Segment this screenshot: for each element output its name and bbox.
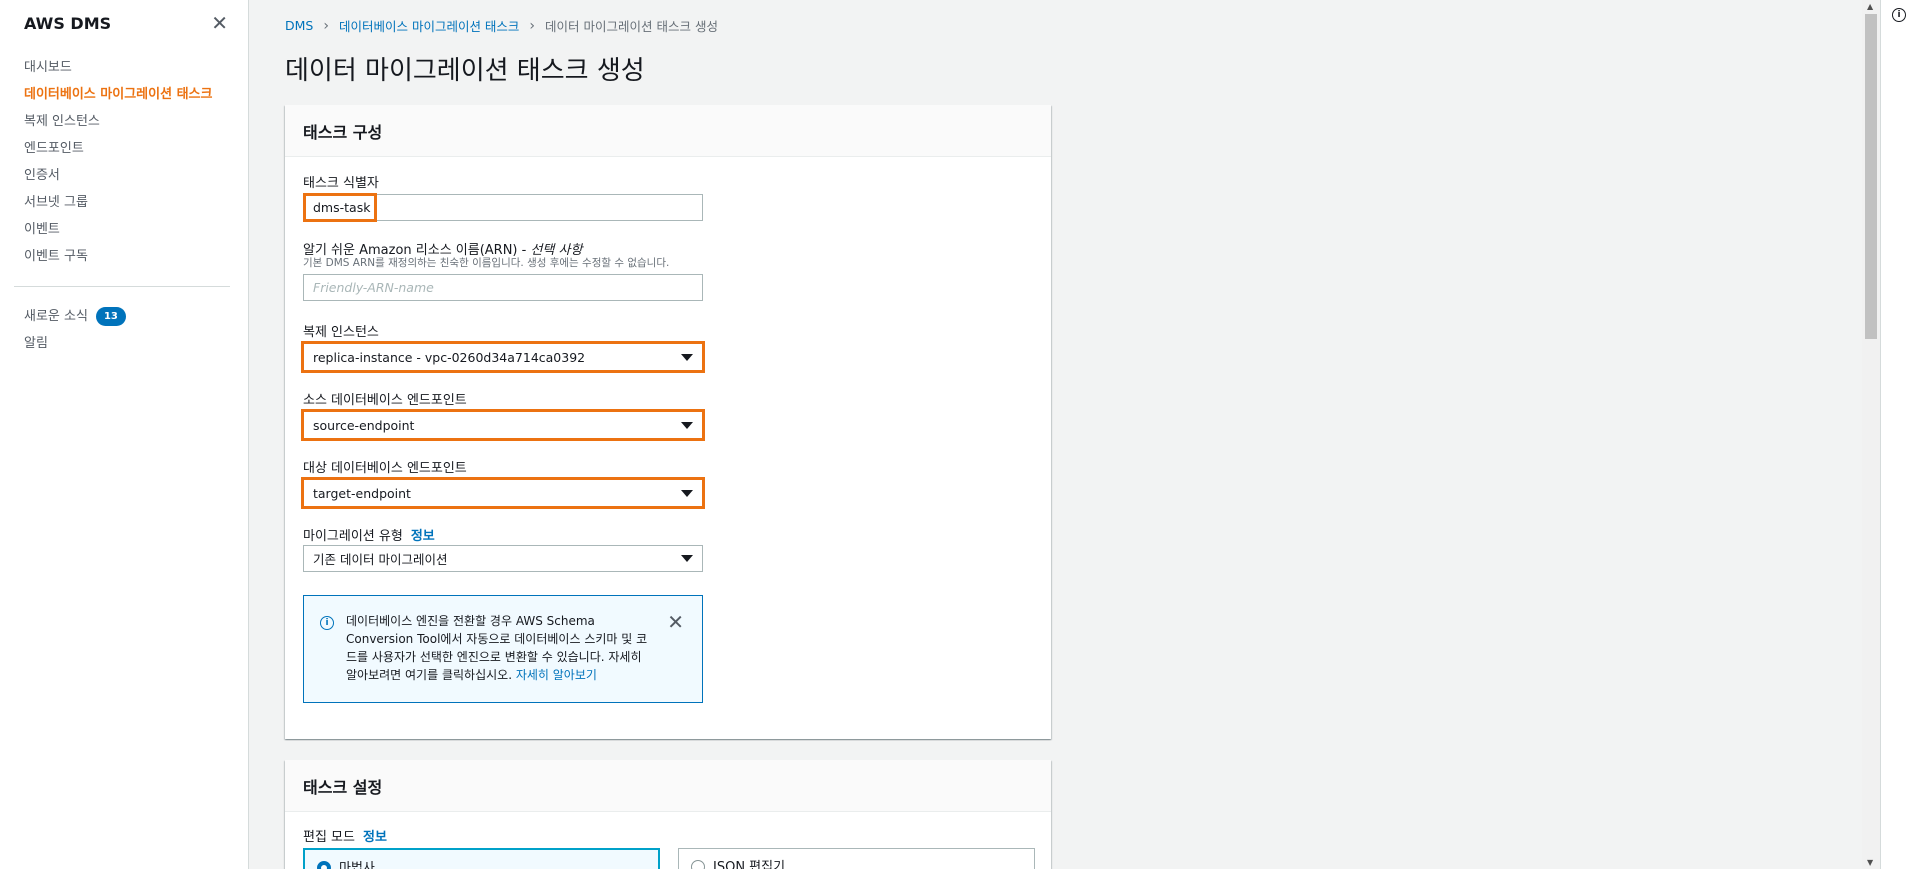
edit-mode-label: 편집 모드 정보 [303, 826, 387, 845]
sidebar-divider [14, 286, 230, 287]
target-endpoint-value: target-endpoint [313, 485, 411, 501]
sct-info-alert: i 데이터베이스 엔진을 전환할 경우 AWS Schema Conversio… [303, 595, 703, 703]
edit-mode-label-text: 편집 모드 [303, 830, 355, 845]
sidebar-title: AWS DMS [24, 13, 112, 33]
target-endpoint-label: 대상 데이터베이스 엔드포인트 [303, 461, 467, 476]
sidebar: AWS DMS ✕ 대시보드 데이터베이스 마이그레이션 태스크 복제 인스턴스… [0, 0, 249, 869]
sidebar-item-whats-new[interactable]: 새로운 소식 13 [0, 303, 248, 330]
task-id-label: 태스크 식별자 [303, 176, 379, 191]
scroll-thumb[interactable] [1865, 14, 1877, 339]
caret-down-icon [681, 555, 693, 562]
arn-description: 기본 DMS ARN를 재정의하는 친숙한 이름입니다. 생성 후에는 수정할 … [303, 257, 670, 269]
sidebar-nav: 대시보드 데이터베이스 마이그레이션 태스크 복제 인스턴스 엔드포인트 인증서… [0, 46, 248, 270]
help-rail: i [1880, 0, 1914, 869]
source-endpoint-label: 소스 데이터베이스 엔드포인트 [303, 393, 467, 408]
breadcrumb-dms[interactable]: DMS [285, 18, 313, 33]
edit-mode-json-option[interactable]: JSON 편집기 [678, 848, 1035, 869]
chevron-right-icon: › [529, 17, 536, 34]
edit-mode-info-link[interactable]: 정보 [363, 830, 387, 845]
replication-instance-select[interactable]: replica-instance - vpc-0260d34a714ca0392 [301, 341, 705, 373]
task-config-panel: 태스크 구성 태스크 식별자 dms-task 알기 쉬운 Amazon 리소스… [285, 105, 1051, 739]
edit-mode-wizard-option[interactable]: 마법사 [303, 848, 660, 869]
close-icon[interactable]: ✕ [211, 11, 228, 35]
sidebar-item-events[interactable]: 이벤트 [0, 216, 248, 243]
info-icon[interactable]: i [1892, 8, 1906, 22]
info-icon: i [320, 616, 334, 630]
sidebar-item-migration-tasks[interactable]: 데이터베이스 마이그레이션 태스크 [0, 81, 248, 108]
scrollbar[interactable]: ▲ ▼ [1862, 0, 1880, 869]
source-endpoint-value: source-endpoint [313, 417, 415, 433]
page-title: 데이터 마이그레이션 태스크 생성 [285, 56, 645, 86]
news-count-badge: 13 [95, 307, 126, 326]
breadcrumb: DMS › 데이터베이스 마이그레이션 태스크 › 데이터 마이그레이션 태스크… [285, 16, 718, 35]
sidebar-item-certificates[interactable]: 인증서 [0, 162, 248, 189]
sidebar-item-dashboard[interactable]: 대시보드 [0, 54, 248, 81]
task-config-heading: 태스크 구성 [285, 105, 1051, 157]
radio-selected-icon[interactable] [317, 861, 331, 869]
target-endpoint-select[interactable]: target-endpoint [301, 477, 705, 509]
sidebar-header: AWS DMS ✕ [0, 0, 248, 46]
learn-more-link[interactable]: 자세히 알아보기 [516, 668, 597, 682]
breadcrumb-migration-tasks[interactable]: 데이터베이스 마이그레이션 태스크 [339, 16, 519, 35]
chevron-right-icon: › [323, 17, 329, 34]
task-settings-heading: 태스크 설정 [285, 760, 1051, 812]
close-icon[interactable]: ✕ [667, 610, 684, 634]
scroll-up-icon[interactable]: ▲ [1867, 2, 1873, 11]
task-id-highlight [303, 193, 377, 222]
sidebar-item-replication-instances[interactable]: 복제 인스턴스 [0, 108, 248, 135]
arn-placeholder: Friendly-ARN-name [313, 280, 434, 295]
scroll-down-icon[interactable]: ▼ [1867, 858, 1873, 867]
replication-instance-value: replica-instance - vpc-0260d34a714ca0392 [313, 349, 586, 365]
arn-input[interactable]: Friendly-ARN-name [303, 274, 703, 301]
alert-message: 데이터베이스 엔진을 전환할 경우 AWS Schema Conversion … [346, 614, 648, 682]
alert-text: 데이터베이스 엔진을 전환할 경우 AWS Schema Conversion … [346, 612, 656, 684]
sidebar-item-event-subscriptions[interactable]: 이벤트 구독 [0, 243, 248, 270]
migration-type-label: 마이그레이션 유형 정보 [303, 525, 435, 544]
migration-type-value: 기존 데이터 마이그레이션 [313, 552, 448, 567]
caret-down-icon [681, 421, 693, 429]
sidebar-item-notifications[interactable]: 알림 [0, 330, 248, 357]
radio-unselected-icon[interactable] [691, 860, 705, 869]
migration-type-select[interactable]: 기존 데이터 마이그레이션 [303, 545, 703, 572]
caret-down-icon [681, 353, 693, 361]
breadcrumb-current: 데이터 마이그레이션 태스크 생성 [545, 19, 718, 34]
sidebar-item-endpoints[interactable]: 엔드포인트 [0, 135, 248, 162]
whats-new-label: 새로운 소식 [24, 309, 88, 324]
wizard-label: 마법사 [339, 861, 375, 869]
sidebar-nav-secondary: 새로운 소식 13 알림 [0, 303, 248, 357]
migration-type-info-link[interactable]: 정보 [411, 529, 435, 544]
migration-type-label-text: 마이그레이션 유형 [303, 529, 403, 544]
sidebar-item-subnet-groups[interactable]: 서브넷 그룹 [0, 189, 248, 216]
replication-instance-label: 복제 인스턴스 [303, 325, 379, 340]
json-editor-label: JSON 편집기 [713, 860, 786, 869]
main-content: DMS › 데이터베이스 마이그레이션 태스크 › 데이터 마이그레이션 태스크… [250, 0, 1862, 869]
source-endpoint-select[interactable]: source-endpoint [301, 409, 705, 441]
caret-down-icon [681, 489, 693, 497]
